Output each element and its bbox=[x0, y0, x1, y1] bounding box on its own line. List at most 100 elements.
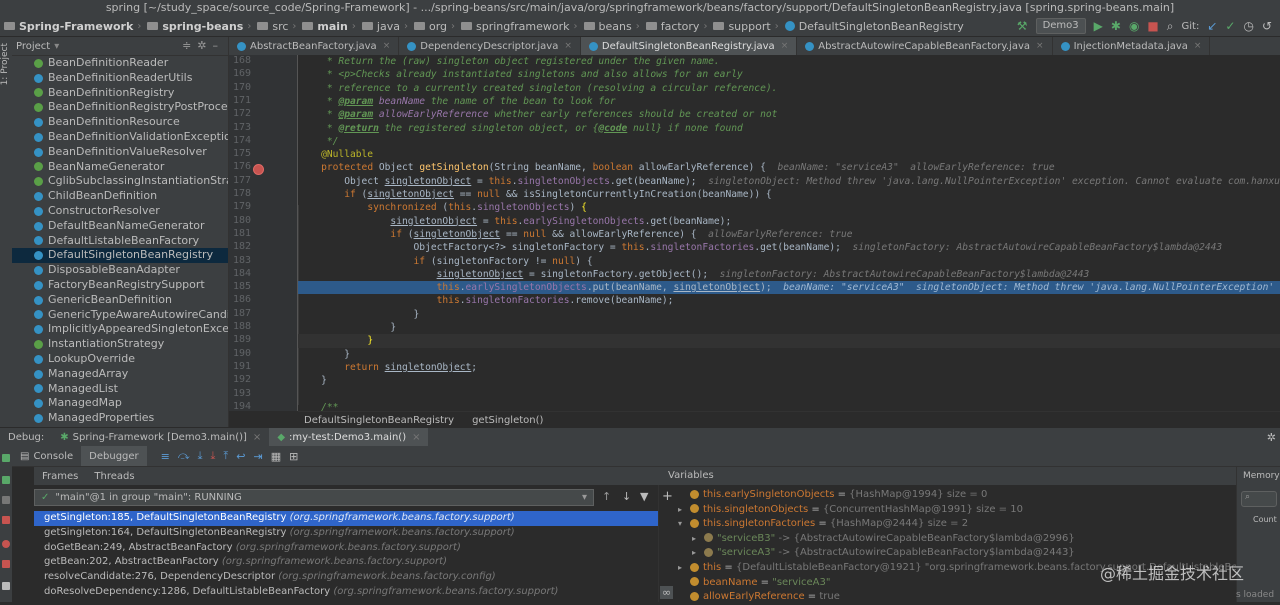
rerun-icon[interactable] bbox=[2, 454, 10, 462]
project-tree-item[interactable]: ManagedProperties bbox=[12, 411, 228, 426]
git-commit-icon[interactable]: ✓ bbox=[1225, 19, 1235, 33]
breakpoint-icon[interactable] bbox=[253, 164, 264, 175]
breadcrumb-class[interactable]: DefaultSingletonBeanRegistry bbox=[781, 20, 966, 33]
run-config-select[interactable]: Demo3 bbox=[1035, 18, 1086, 34]
expand-arrow-icon[interactable]: ▸ bbox=[692, 532, 704, 547]
coverage-icon[interactable]: ◉ bbox=[1129, 19, 1139, 33]
variable-row[interactable]: ▸ "serviceB3" -> {AbstractAutowireCapable… bbox=[692, 532, 1075, 547]
drop-frame-icon[interactable]: ↩ bbox=[232, 450, 249, 463]
stack-frame[interactable]: resolveCandidate:276, DependencyDescript… bbox=[34, 570, 658, 585]
breadcrumb-class-name[interactable]: DefaultSingletonBeanRegistry bbox=[304, 415, 454, 426]
breadcrumb-main[interactable]: main bbox=[298, 20, 350, 33]
stack-frame[interactable]: getSingleton:164, DefaultSingletonBeanRe… bbox=[34, 526, 658, 541]
memory-search-input[interactable]: ⌕ bbox=[1241, 491, 1277, 507]
editor-tab[interactable]: AbstractAutowireCapableBeanFactory.java × bbox=[797, 37, 1053, 55]
debug-session-tab-2[interactable]: ◆:my-test:Demo3.main() × bbox=[269, 428, 429, 446]
up-arrow-icon[interactable]: ↑ bbox=[602, 490, 611, 503]
project-tree-item[interactable]: GenericBeanDefinition bbox=[12, 293, 228, 308]
down-arrow-icon[interactable]: ↓ bbox=[622, 490, 631, 503]
run-to-cursor-icon[interactable]: ⇥ bbox=[249, 450, 266, 463]
resume-icon[interactable] bbox=[2, 476, 10, 484]
stack-frame[interactable]: doGetBean:249, AbstractBeanFactory (org.… bbox=[34, 541, 658, 556]
close-icon[interactable]: × bbox=[564, 41, 572, 51]
add-watch-icon[interactable]: + bbox=[662, 489, 673, 504]
force-step-into-icon[interactable]: ⤓ bbox=[207, 449, 220, 463]
project-tree-item[interactable]: LookupOverride bbox=[12, 352, 228, 367]
frames-tab[interactable]: Frames bbox=[34, 466, 86, 486]
project-view-select[interactable]: Project bbox=[16, 41, 50, 52]
editor-tab[interactable]: DefaultSingletonBeanRegistry.java × bbox=[580, 37, 798, 55]
run-icon[interactable]: ▶ bbox=[1094, 19, 1103, 33]
close-icon[interactable]: × bbox=[1194, 41, 1202, 51]
project-tree-item[interactable]: BeanDefinitionReader bbox=[12, 56, 228, 71]
code-editor[interactable]: * Return the (raw) singleton object regi… bbox=[298, 55, 1280, 411]
collapse-icon[interactable]: ≑ bbox=[182, 39, 197, 52]
step-into-icon[interactable]: ⤓ bbox=[194, 449, 207, 463]
project-tree-item[interactable]: DefaultSingletonBeanRegistry bbox=[12, 248, 228, 264]
project-tree-item[interactable]: ChildBeanDefinition bbox=[12, 189, 228, 204]
pause-icon[interactable] bbox=[2, 496, 10, 504]
search-icon[interactable]: ⌕ bbox=[1167, 19, 1174, 34]
project-tree-item[interactable]: BeanDefinitionRegistry bbox=[12, 86, 228, 101]
thread-select[interactable]: ✓ "main"@1 in group "main": RUNNING ▾ bbox=[34, 489, 594, 506]
threads-tab[interactable]: Threads bbox=[86, 466, 142, 486]
editor-tab[interactable]: InjectionMetadata.java × bbox=[1053, 37, 1211, 55]
close-icon[interactable]: × bbox=[781, 41, 789, 51]
infinity-icon[interactable]: ∞ bbox=[660, 586, 674, 599]
console-tab[interactable]: ▤ Console bbox=[12, 446, 81, 466]
project-tree-item[interactable]: DefaultListableBeanFactory bbox=[12, 234, 228, 249]
project-tree-item[interactable]: FactoryBeanRegistrySupport bbox=[12, 278, 228, 293]
breadcrumb-java[interactable]: java bbox=[358, 20, 402, 33]
git-update-icon[interactable]: ↙ bbox=[1207, 19, 1217, 33]
stack-frame[interactable]: getSingleton:185, DefaultSingletonBeanRe… bbox=[34, 511, 658, 526]
layout-icon[interactable]: ⊞ bbox=[285, 450, 302, 463]
debugger-tab[interactable]: Debugger bbox=[81, 446, 147, 466]
project-tree-item[interactable]: BeanDefinitionReaderUtils bbox=[12, 71, 228, 86]
stop-icon[interactable]: ■ bbox=[1147, 19, 1158, 33]
variable-row[interactable]: ▾ this.singletonFactories = {HashMap@2444… bbox=[678, 517, 968, 532]
stop-icon[interactable] bbox=[2, 516, 10, 524]
project-tree-item[interactable]: BeanDefinitionRegistryPostProcessor bbox=[12, 100, 228, 115]
editor-gutter[interactable]: 168 169 170 171 172 173 174 175 176 177 178 179 180 1… bbox=[229, 55, 298, 412]
project-tree-item[interactable]: CglibSubclassingInstantiationStrategy bbox=[12, 174, 228, 189]
mute-breakpoints-icon[interactable] bbox=[2, 560, 10, 568]
project-tree-item[interactable]: BeanDefinitionValidationException bbox=[12, 130, 228, 145]
project-tree-item[interactable]: ManagedArray bbox=[12, 367, 228, 382]
git-history-icon[interactable]: ◷ bbox=[1243, 19, 1253, 33]
evaluate-icon[interactable]: ▦ bbox=[267, 450, 285, 463]
breadcrumb-module[interactable]: spring-beans bbox=[143, 20, 245, 33]
project-tree-item[interactable]: InstantiationStrategy bbox=[12, 337, 228, 352]
filter-icon[interactable]: ▼ bbox=[640, 490, 648, 503]
expand-arrow-icon[interactable]: ▾ bbox=[678, 517, 690, 532]
project-tree-item[interactable]: BeanDefinitionValueResolver bbox=[12, 145, 228, 160]
project-tree-item[interactable]: GenericTypeAwareAutowireCandidateR bbox=[12, 308, 228, 323]
breadcrumb-org[interactable]: org bbox=[410, 20, 449, 33]
breadcrumb-springframework[interactable]: springframework bbox=[457, 20, 571, 33]
breadcrumb-support[interactable]: support bbox=[709, 20, 772, 33]
step-out-icon[interactable]: ⤒ bbox=[219, 449, 232, 463]
project-tree-item[interactable]: ManagedList bbox=[12, 382, 228, 397]
project-tree-item[interactable]: DisposableBeanAdapter bbox=[12, 263, 228, 278]
project-tree-item[interactable]: BeanNameGenerator bbox=[12, 160, 228, 175]
view-breakpoints-icon[interactable] bbox=[2, 540, 10, 548]
stack-frame[interactable]: doResolveDependency:1286, DefaultListabl… bbox=[34, 585, 658, 600]
expand-arrow-icon[interactable]: ▸ bbox=[678, 561, 690, 576]
project-tree-item[interactable]: ConstructorResolver bbox=[12, 204, 228, 219]
show-execution-point-icon[interactable]: ≡ bbox=[157, 450, 174, 463]
project-tree-item[interactable]: ImplicitlyAppearedSingletonException bbox=[12, 322, 228, 337]
variable-row[interactable]: ▸ "serviceA3" -> {AbstractAutowireCapable… bbox=[692, 546, 1075, 561]
editor-tab[interactable]: AbstractBeanFactory.java × bbox=[229, 37, 400, 55]
debug-icon[interactable]: ✱ bbox=[1111, 19, 1121, 33]
editor-tab[interactable]: DependencyDescriptor.java × bbox=[399, 37, 581, 55]
project-tree-item[interactable]: BeanDefinitionResource bbox=[12, 115, 228, 130]
debug-session-tab-1[interactable]: ✱ Spring-Framework [Demo3.main()] × bbox=[52, 428, 269, 446]
close-icon[interactable]: × bbox=[383, 41, 391, 51]
breadcrumb-project[interactable]: Spring-Framework bbox=[0, 20, 135, 33]
expand-arrow-icon[interactable]: ▸ bbox=[692, 546, 704, 561]
breadcrumb-src[interactable]: src bbox=[253, 20, 290, 33]
gear-icon[interactable]: ✲ bbox=[197, 39, 212, 52]
variable-row[interactable]: beanName = "serviceA3" bbox=[678, 576, 830, 591]
step-over-icon[interactable]: ⤼ bbox=[174, 449, 194, 463]
project-tree-item[interactable]: ManagedMap bbox=[12, 396, 228, 411]
project-tool-button[interactable]: 1: Project bbox=[0, 43, 12, 85]
